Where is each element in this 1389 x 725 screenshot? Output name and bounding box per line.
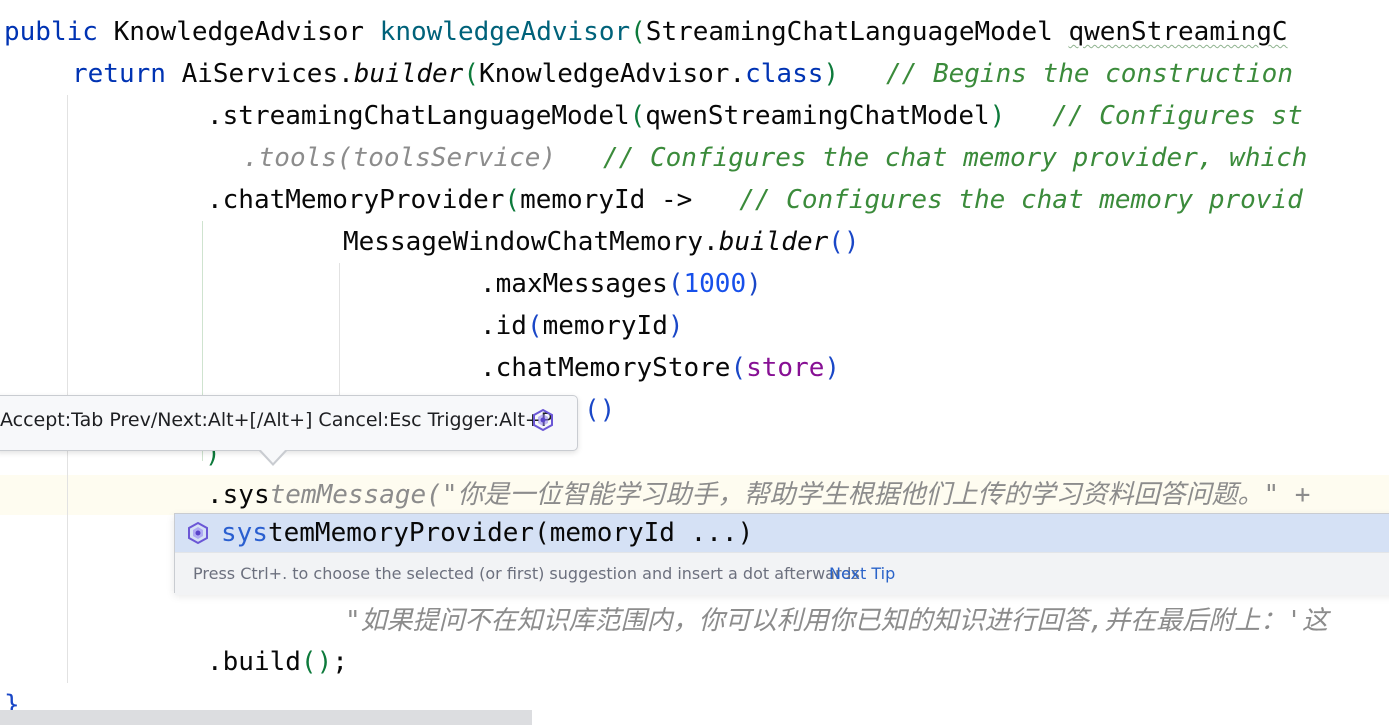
paren: ( <box>629 101 646 131</box>
string-literal: "如果提问不在知识库范围内，你可以利用你已知的知识进行回答,并在最后附上：'这 <box>345 606 1328 636</box>
class-arg: KnowledgeAdvisor. <box>479 59 746 89</box>
comment: // Configures the chat memory provid <box>692 185 1303 215</box>
comment: // Configures st <box>1005 101 1303 131</box>
number-literal: 1000 <box>683 269 747 299</box>
paren: () <box>828 227 860 257</box>
param-name: qwenStreamingC <box>1068 17 1288 47</box>
field-ref: store <box>746 353 825 383</box>
inline-completion-tooltip: Accept:Tab Prev/Next:Alt+[/Alt+] Cancel:… <box>0 395 578 451</box>
method-name: knowledgeAdvisor <box>379 17 631 47</box>
shortcut-hints: Accept:Tab Prev/Next:Alt+[/Alt+] Cancel:… <box>0 409 553 431</box>
tooltip-arrow <box>260 449 286 463</box>
paren: ( <box>667 269 684 299</box>
keyword: return <box>72 59 166 89</box>
paren: ) <box>989 101 1006 131</box>
code-line-8[interactable]: .id(memoryId) <box>480 305 684 347</box>
ai-assistant-icon <box>186 521 210 545</box>
paren: ( <box>463 59 479 89</box>
completion-item[interactable]: systemMemoryProvider(memoryId ...) <box>175 514 1389 552</box>
code-line-9[interactable]: .chatMemoryStore(store) <box>480 347 840 389</box>
code-line-14[interactable]: .build(); <box>207 641 348 683</box>
method-call: .chatMemoryProvider <box>207 185 505 215</box>
code-line-1[interactable]: public KnowledgeAdvisor knowledgeAdvisor… <box>4 11 1288 53</box>
code-line-13[interactable]: "如果提问不在知识库范围内，你可以利用你已知的知识进行回答,并在最后附上：'这 <box>345 600 1328 642</box>
keyword: class <box>745 59 824 89</box>
paren: ) <box>667 311 684 341</box>
string-literal: "你是一位智能学习助手，帮助学生根据他们上传的学习资料回答问题。" + <box>441 480 1311 510</box>
paren: () <box>300 647 333 677</box>
completion-label: systemMemoryProvider(memoryId ...) <box>221 514 753 552</box>
static-call: builder <box>718 227 829 257</box>
paren: () <box>584 395 616 425</box>
indent-guide <box>67 95 68 683</box>
completion-rest: temMemoryProvider(memoryId ...) <box>267 518 754 548</box>
paren: ( <box>630 17 646 47</box>
comment: // Configures the chat memory provider, … <box>556 143 1308 173</box>
code-line-4[interactable]: .tools(toolsService) // Configures the c… <box>243 137 1307 179</box>
code-line-12[interactable]: .systemMessage("你是一位智能学习助手，帮助学生根据他们上传的学习… <box>207 474 1310 516</box>
code-line-7[interactable]: .maxMessages(1000) <box>480 263 762 305</box>
method-call: .streamingChatLanguageModel <box>207 101 630 131</box>
method-call: .build <box>207 647 301 677</box>
semicolon: ; <box>332 647 348 677</box>
disabled-code: .tools(toolsService) <box>243 143 557 173</box>
class-ref: MessageWindowChatMemory. <box>343 227 719 257</box>
method-call: .chatMemoryStore <box>480 353 731 383</box>
static-call: builder <box>353 59 464 89</box>
class-ref: AiServices. <box>165 59 354 89</box>
argument: qwenStreamingChatModel <box>645 101 990 131</box>
paren: ) <box>823 59 840 89</box>
paren: ( <box>504 185 521 215</box>
paren: ( <box>730 353 747 383</box>
code-line-10[interactable]: () <box>584 389 615 431</box>
method-call: .maxMessages <box>480 269 668 299</box>
code-line-5[interactable]: .chatMemoryProvider(memoryId -> // Confi… <box>207 179 1303 221</box>
paren: ) <box>824 353 841 383</box>
ai-assistant-icon[interactable] <box>531 408 555 432</box>
code-editor[interactable]: public KnowledgeAdvisor knowledgeAdvisor… <box>0 0 1389 725</box>
return-type: KnowledgeAdvisor <box>97 17 380 47</box>
param-type: StreamingChatLanguageModel <box>645 17 1069 47</box>
completion-hint: Press Ctrl+. to choose the selected (or … <box>193 564 860 583</box>
next-tip-link[interactable]: Next Tip <box>829 553 895 595</box>
method-call: .id <box>480 311 527 341</box>
keyword: public <box>4 17 98 47</box>
code-line-3[interactable]: .streamingChatLanguageModel(qwenStreamin… <box>207 95 1303 137</box>
horizontal-scrollbar[interactable] <box>0 710 532 725</box>
code-line-2[interactable]: return AiServices.builder(KnowledgeAdvis… <box>72 53 1293 95</box>
inline-suggestion: temMessage( <box>269 480 442 510</box>
code-line-6[interactable]: MessageWindowChatMemory.builder() <box>343 221 860 263</box>
indent-guide <box>339 263 340 397</box>
matched-prefix: sys <box>221 518 268 548</box>
paren: ( <box>526 311 543 341</box>
argument: memoryId <box>542 311 668 341</box>
completion-popup[interactable]: systemMemoryProvider(memoryId ...) Press… <box>174 513 1389 595</box>
completion-footer: Press Ctrl+. to choose the selected (or … <box>175 552 1389 595</box>
comment: // Begins the construction <box>839 59 1293 89</box>
lambda-param: memoryId -> <box>520 185 693 215</box>
typed-text: .sys <box>207 480 270 510</box>
paren: ) <box>746 269 762 299</box>
